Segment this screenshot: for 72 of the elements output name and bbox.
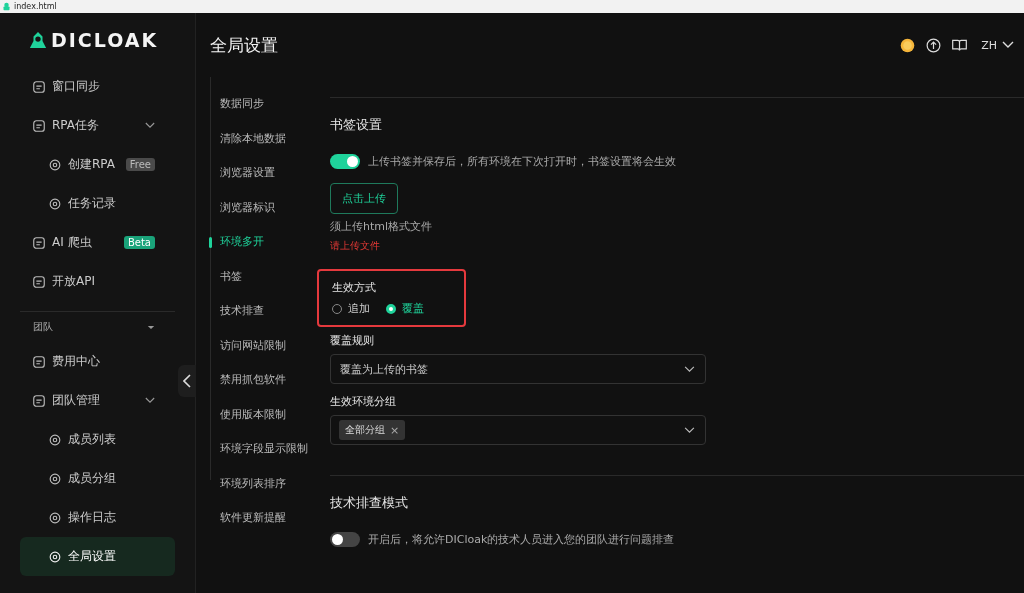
field-label: 生效方式 xyxy=(332,280,377,295)
sidebar-item[interactable]: 窗口同步 xyxy=(20,67,175,106)
menu-item-icon xyxy=(32,235,46,250)
menu-item-icon xyxy=(32,118,46,133)
sidebar-item[interactable]: 费用中心 xyxy=(20,342,175,381)
settings-nav-item[interactable]: 环境列表排序 xyxy=(211,466,324,501)
settings-nav-item[interactable]: 软件更新提醒 xyxy=(211,501,324,536)
menu-item-icon xyxy=(48,432,62,447)
logo-icon xyxy=(29,31,47,49)
language-selector[interactable]: ZH xyxy=(977,38,1014,52)
settings-nav-item[interactable]: 浏览器标识 xyxy=(211,190,324,225)
section-title: 技术排查模式 xyxy=(330,494,409,512)
radio-option[interactable]: 追加 xyxy=(332,301,370,316)
chevron-icon xyxy=(684,426,695,434)
settings-nav-item[interactable]: 使用版本限制 xyxy=(211,397,324,432)
menu-item-icon xyxy=(48,549,62,564)
caret-icon[interactable] xyxy=(147,324,155,330)
field-label: 生效环境分组 xyxy=(330,394,397,409)
sidebar-subitem[interactable]: 创建RPA Free xyxy=(20,145,175,184)
settings-nav-item[interactable]: 书签 xyxy=(211,259,324,294)
sidebar-item[interactable]: RPA任务 xyxy=(20,106,175,145)
rule-select[interactable]: 覆盖为上传的书签 xyxy=(330,354,706,384)
menu-item-icon xyxy=(32,274,46,289)
settings-nav-item[interactable]: 清除本地数据 xyxy=(211,121,324,156)
chevron-icon xyxy=(183,374,191,388)
sidebar-subitem[interactable]: 成员列表 xyxy=(20,420,175,459)
upload-button[interactable]: 点击上传 xyxy=(330,183,398,214)
chevron-icon xyxy=(684,365,695,373)
upload-icon[interactable] xyxy=(925,36,943,54)
section-title: 书签设置 xyxy=(330,116,383,134)
settings-nav-item[interactable]: 访问网站限制 xyxy=(211,328,324,363)
error-text: 请上传文件 xyxy=(330,239,381,253)
toggle-label: 开启后，将允许DICloak的技术人员进入您的团队进行问题排查 xyxy=(368,532,675,547)
menu-item-icon xyxy=(48,510,62,525)
collapse-button[interactable] xyxy=(178,365,196,397)
sidebar-subitem[interactable]: 全局设置 xyxy=(20,537,175,576)
badge: Free xyxy=(125,158,155,171)
menu-item-icon xyxy=(32,393,46,408)
page-title: 全局设置 xyxy=(210,33,278,57)
toggle-switch[interactable] xyxy=(330,532,360,547)
sidebar-item[interactable]: AI 爬虫 Beta xyxy=(20,223,175,262)
hint-text: 须上传html格式文件 xyxy=(330,219,434,234)
section-title: 团队 xyxy=(33,320,53,334)
logo-icon xyxy=(2,2,11,11)
badge: Beta xyxy=(123,236,155,249)
sidebar-item[interactable]: 团队管理 xyxy=(20,381,175,420)
radio-option[interactable]: 覆盖 xyxy=(386,301,424,316)
tag-label: 全部分组 xyxy=(345,423,385,437)
settings-nav-item[interactable]: 环境字段显示限制 xyxy=(211,432,324,467)
settings-nav-item[interactable]: 环境多开 xyxy=(211,225,324,260)
toggle-label: 上传书签并保存后，所有环境在下次打开时，书签设置将会生效 xyxy=(368,154,676,169)
group-select[interactable]: 全部分组 × xyxy=(330,415,706,445)
menu-item-icon xyxy=(48,196,62,211)
sidebar-item[interactable]: 开放API xyxy=(20,262,175,301)
coin-icon[interactable] xyxy=(899,36,917,54)
menu-item-icon xyxy=(48,471,62,486)
menu-item-icon xyxy=(48,157,62,172)
settings-nav-item[interactable]: 数据同步 xyxy=(211,87,324,122)
settings-nav-item[interactable]: 浏览器设置 xyxy=(211,156,324,191)
chevron-icon xyxy=(1002,41,1014,49)
tag-remove-button[interactable]: × xyxy=(390,423,400,437)
toggle-switch[interactable] xyxy=(330,154,360,169)
settings-nav-item[interactable]: 禁用抓包软件 xyxy=(211,363,324,398)
browser-tab[interactable]: index.html xyxy=(0,0,1024,13)
logo-text: DICLOAK xyxy=(51,29,159,51)
menu-item-icon xyxy=(32,354,46,369)
sidebar-subitem[interactable]: 操作日志 xyxy=(20,498,175,537)
field-label: 覆盖规则 xyxy=(330,333,375,348)
menu-item-icon xyxy=(32,79,46,94)
sidebar-subitem[interactable]: 成员分组 xyxy=(20,459,175,498)
sidebar-subitem[interactable]: 任务记录 xyxy=(20,184,175,223)
settings-nav-item[interactable]: 技术排查 xyxy=(211,294,324,329)
